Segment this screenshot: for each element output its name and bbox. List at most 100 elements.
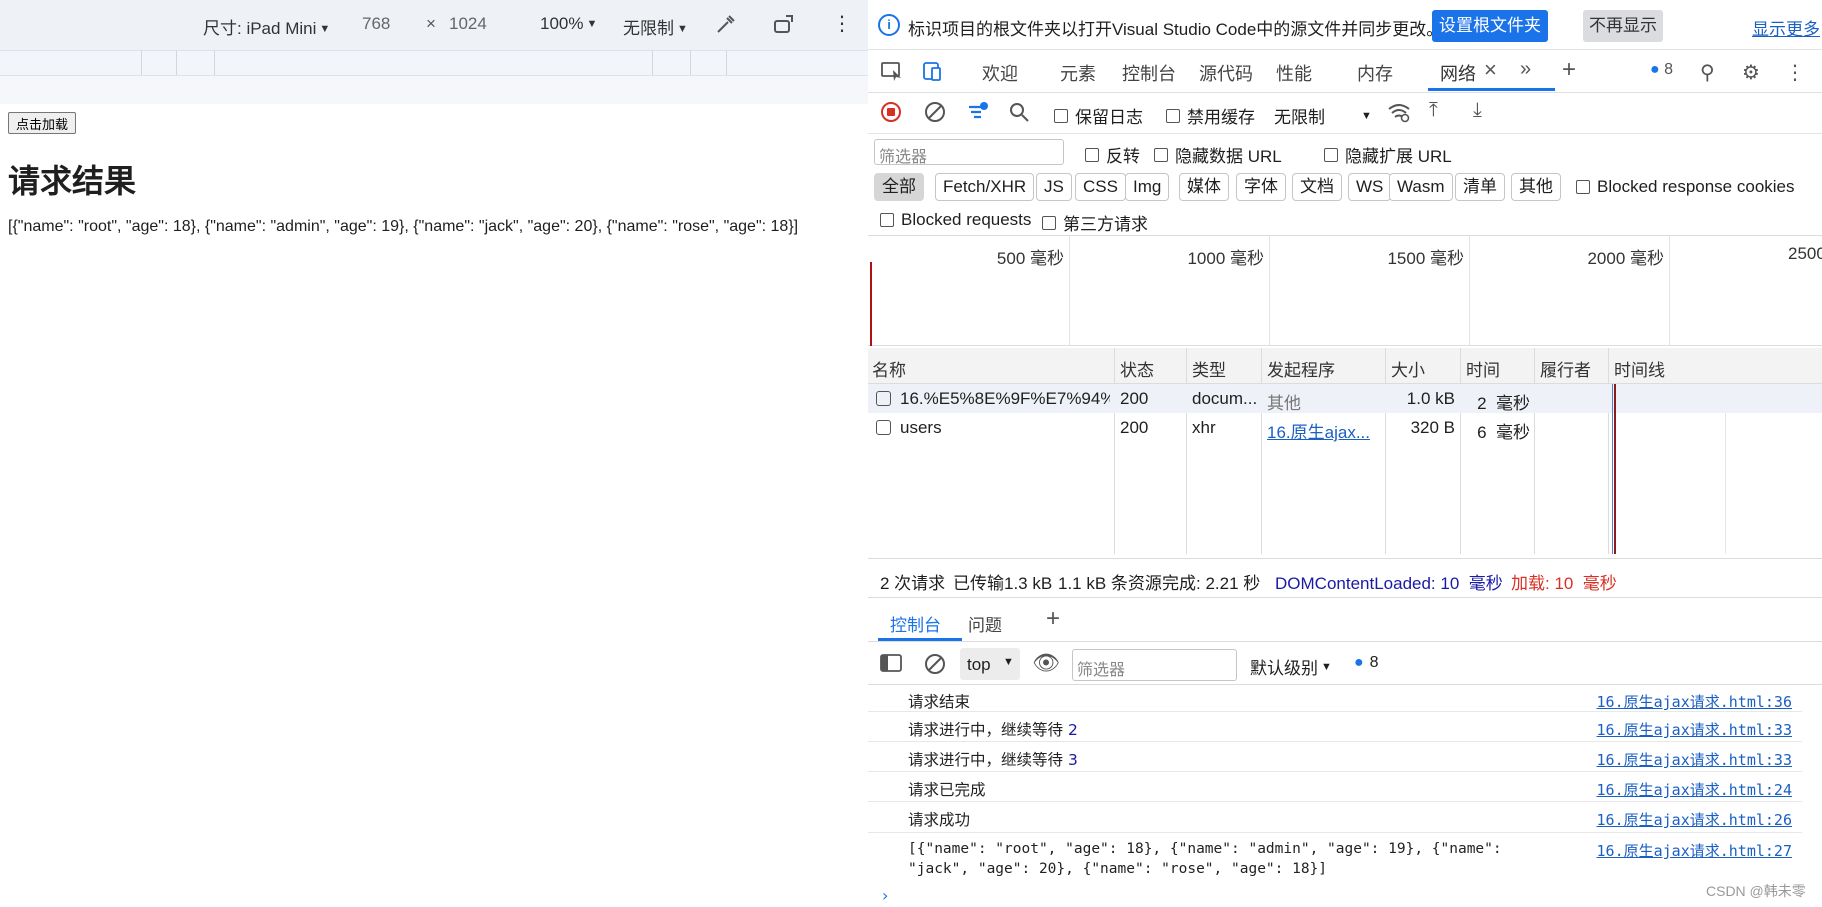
console-source-link[interactable]: 16.原生ajax请求.html:24 xyxy=(1597,779,1792,800)
throttle-select[interactable]: 无限制 ▼ xyxy=(623,14,688,39)
inspect-element-icon[interactable] xyxy=(880,60,904,88)
export-har-icon[interactable]: ⤓ xyxy=(1473,99,1482,122)
load-button[interactable]: 点击加载 xyxy=(8,112,77,134)
media-query-bar[interactable] xyxy=(0,50,868,76)
add-tab-icon[interactable]: + xyxy=(1562,56,1576,84)
type-filter-js[interactable]: JS xyxy=(1036,173,1072,201)
console-source-link[interactable]: 16.原生ajax请求.html:27 xyxy=(1597,840,1792,861)
devtools-tabbar: 欢迎 元素 控制台 源代码 性能 内存 网络 × » + ● 8 ⚲ ⚙ ⋮ xyxy=(868,51,1822,93)
column-waterfall[interactable]: 时间线 xyxy=(1614,356,1665,381)
network-conditions-icon[interactable] xyxy=(1387,101,1411,129)
console-toolbar: top ▼ 👁 筛选器 默认级别 ▼ ● 8 xyxy=(868,643,1822,685)
table-header: 名称 状态 类型 发起程序 大小 时间 履行者 时间线 xyxy=(868,348,1822,384)
close-tab-icon[interactable]: × xyxy=(1484,57,1497,83)
issues-counter[interactable]: ● 8 xyxy=(1650,61,1673,79)
type-filter-other[interactable]: 其他 xyxy=(1511,173,1561,201)
type-filter-img[interactable]: Img xyxy=(1125,173,1170,201)
type-filter-ws[interactable]: WS xyxy=(1348,173,1392,201)
more-tabs-icon[interactable]: » xyxy=(1520,58,1531,81)
console-source-link[interactable]: 16.原生ajax请求.html:36 xyxy=(1597,691,1792,712)
tab-performance[interactable]: 性能 xyxy=(1276,60,1312,86)
network-filter-input[interactable]: 筛选器 xyxy=(874,139,1064,166)
sidebar-toggle-icon[interactable] xyxy=(880,653,902,679)
network-summary-bar: 2 次请求 已传输1.3 kB 1.1 kB 条资源 完成: 2.21 秒 DO… xyxy=(868,558,1822,598)
dont-show-again-button[interactable]: 不再显示 xyxy=(1583,10,1663,42)
column-type[interactable]: 类型 xyxy=(1192,356,1226,381)
clear-icon[interactable] xyxy=(924,101,946,129)
waterfall-dcl-line xyxy=(1612,384,1613,554)
type-filter-manifest[interactable]: 清单 xyxy=(1455,173,1505,201)
drawer-tab-issues[interactable]: 问题 xyxy=(968,611,1002,636)
console-source-link[interactable]: 16.原生ajax请求.html:26 xyxy=(1597,809,1792,830)
table-row[interactable]: 16.%E5%8E%9F%E7%94%9... 200 docum... 其他 … xyxy=(868,384,1822,413)
connections-icon[interactable]: ⚲ xyxy=(1700,60,1715,85)
tab-sources[interactable]: 源代码 xyxy=(1199,60,1253,86)
type-filter-doc[interactable]: 文档 xyxy=(1292,173,1342,201)
device-toolbar: 尺寸: iPad Mini ▼ 768 × 1024 100% ▼ 无限制 ▼ ⋮ xyxy=(0,0,868,50)
settings-gear-icon[interactable]: ⚙ xyxy=(1742,60,1760,85)
eyedropper-icon[interactable] xyxy=(714,12,738,41)
hide-extension-urls-checkbox[interactable]: 隐藏扩展 URL xyxy=(1324,142,1452,167)
device-toolbar-toggle-icon[interactable] xyxy=(921,60,945,88)
tab-welcome[interactable]: 欢迎 xyxy=(982,60,1018,86)
device-dimensions-select[interactable]: 尺寸: iPad Mini ▼ xyxy=(203,14,330,39)
live-expression-eye-icon[interactable]: 👁 xyxy=(1032,650,1060,676)
overview-tick-label: 500 毫秒 xyxy=(996,249,1064,268)
blocked-requests-checkbox[interactable]: Blocked requests xyxy=(880,210,1031,230)
zoom-select[interactable]: 100% ▼ xyxy=(540,14,597,34)
context-select[interactable]: top ▼ xyxy=(960,648,1020,680)
caret-down-icon: ▼ xyxy=(586,18,598,30)
device-width-input[interactable]: 768 xyxy=(362,14,390,34)
type-filter-wasm[interactable]: Wasm xyxy=(1389,173,1453,201)
type-filter-media[interactable]: 媒体 xyxy=(1179,173,1229,201)
filter-icon[interactable] xyxy=(967,101,989,129)
rotate-icon[interactable] xyxy=(772,12,796,41)
column-time[interactable]: 时间 xyxy=(1466,356,1500,381)
column-initiator[interactable]: 发起程序 xyxy=(1267,356,1335,381)
import-har-icon[interactable]: ⤒ xyxy=(1429,99,1438,122)
hide-data-urls-checkbox[interactable]: 隐藏数据 URL xyxy=(1154,142,1282,167)
page-viewport: 点击加载 请求结果 [{"name": "root", "age": 18}, … xyxy=(0,104,868,907)
requests-table: 名称 状态 类型 发起程序 大小 时间 履行者 时间线 16.%E5%8E%9F… xyxy=(868,348,1822,554)
set-root-folder-button[interactable]: 设置根文件夹 xyxy=(1432,10,1548,42)
show-more-link[interactable]: 显示更多 xyxy=(1752,15,1820,40)
column-name[interactable]: 名称 xyxy=(872,356,906,381)
console-prompt-icon[interactable]: › xyxy=(882,886,888,905)
type-filter-css[interactable]: CSS xyxy=(1075,173,1126,201)
log-levels-select[interactable]: 默认级别 ▼ xyxy=(1250,654,1332,679)
console-issues-counter[interactable]: ● 8 xyxy=(1354,654,1379,672)
console-filter-input[interactable]: 筛选器 xyxy=(1072,649,1237,681)
tab-console[interactable]: 控制台 xyxy=(1122,60,1176,86)
invert-checkbox[interactable]: 反转 xyxy=(1085,142,1140,167)
network-throttle-select[interactable]: 无限制 ▼ xyxy=(1274,103,1372,128)
tab-elements[interactable]: 元素 xyxy=(1060,60,1096,86)
cell-initiator-link[interactable]: 16.原生ajax... xyxy=(1267,418,1379,443)
network-overview[interactable]: 500 毫秒 1000 毫秒 1500 毫秒 2000 毫秒 2500 xyxy=(868,236,1822,346)
times-icon: × xyxy=(426,14,436,33)
blocked-response-cookies-checkbox[interactable]: Blocked response cookies xyxy=(1576,177,1795,197)
type-filter-fetch-xhr[interactable]: Fetch/XHR xyxy=(935,173,1035,201)
type-filter-all[interactable]: 全部 xyxy=(874,173,924,201)
table-row[interactable]: users 200 xhr 16.原生ajax... 320 B 6 毫秒 xyxy=(868,413,1822,442)
type-filter-font[interactable]: 字体 xyxy=(1236,173,1286,201)
search-icon[interactable] xyxy=(1008,101,1030,129)
tab-memory[interactable]: 内存 xyxy=(1357,60,1393,86)
resource-type-filters: 全部 Fetch/XHR JS CSS Img 媒体 字体 文档 WS Wasm… xyxy=(868,170,1822,204)
column-size[interactable]: 大小 xyxy=(1391,356,1425,381)
device-height-input[interactable]: 1024 xyxy=(449,14,487,34)
console-source-link[interactable]: 16.原生ajax请求.html:33 xyxy=(1597,749,1792,770)
third-party-checkbox[interactable]: 第三方请求 xyxy=(1042,210,1148,235)
clear-console-icon[interactable] xyxy=(924,653,946,681)
record-icon[interactable] xyxy=(880,101,902,129)
drawer-tab-console[interactable]: 控制台 xyxy=(890,611,941,636)
console-source-link[interactable]: 16.原生ajax请求.html:33 xyxy=(1597,719,1792,740)
preserve-log-checkbox[interactable]: 保留日志 xyxy=(1054,103,1143,128)
tab-network[interactable]: 网络 xyxy=(1440,60,1476,86)
column-fulfilled-by[interactable]: 履行者 xyxy=(1540,356,1591,381)
add-drawer-tab-icon[interactable]: + xyxy=(1046,605,1060,633)
caret-down-icon: ▼ xyxy=(1003,656,1014,668)
column-status[interactable]: 状态 xyxy=(1120,356,1154,381)
more-options-icon[interactable]: ⋮ xyxy=(832,11,852,36)
more-options-icon[interactable]: ⋮ xyxy=(1785,60,1805,85)
disable-cache-checkbox[interactable]: 禁用缓存 xyxy=(1166,103,1255,128)
